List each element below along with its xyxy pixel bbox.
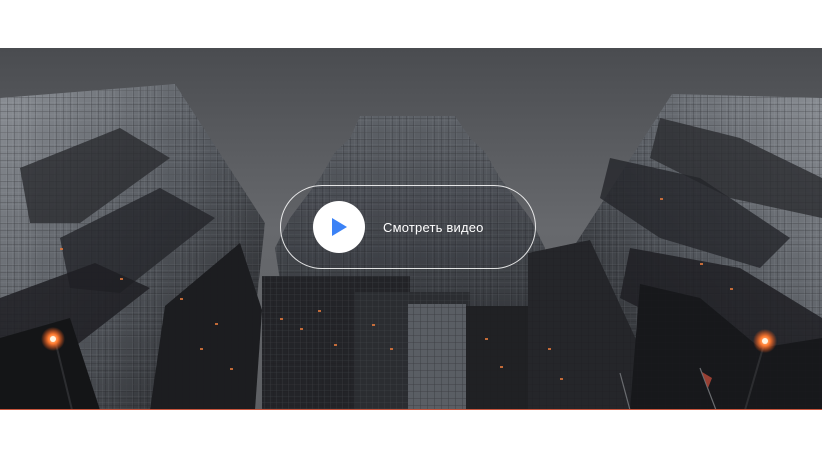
play-button-circle[interactable] (313, 201, 365, 253)
watch-video-button[interactable]: Смотреть видео (280, 185, 536, 269)
hero-bottom-divider (0, 409, 822, 410)
watch-video-label: Смотреть видео (383, 219, 484, 235)
play-icon (332, 218, 347, 236)
page: Смотреть видео (0, 0, 825, 460)
